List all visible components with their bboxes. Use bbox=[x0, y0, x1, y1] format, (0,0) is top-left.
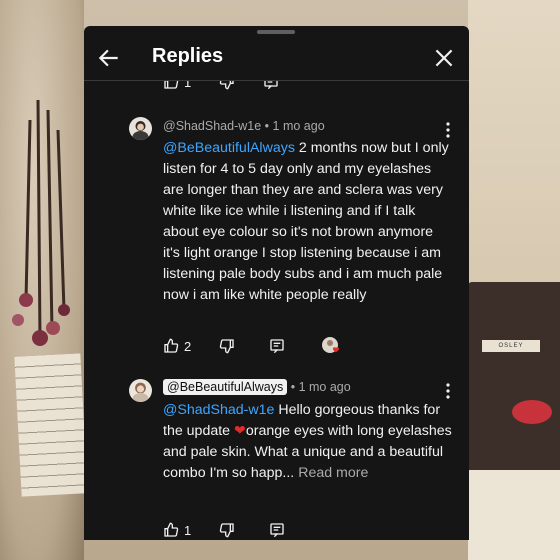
user-avatar-icon bbox=[129, 379, 152, 402]
author-name[interactable]: @ShadShad-w1e bbox=[163, 119, 261, 133]
replies-panel: 1 Replies @ShadShad-w1e • 1 mo ago @BeBe… bbox=[84, 26, 469, 540]
like-count: 2 bbox=[184, 338, 192, 354]
creator-heart bbox=[321, 336, 343, 356]
avatar[interactable] bbox=[129, 379, 152, 402]
read-more-link[interactable]: Read more bbox=[294, 465, 368, 481]
meta-separator: • bbox=[290, 380, 296, 394]
header-divider bbox=[84, 80, 469, 81]
heart-emoji-icon: ❤ bbox=[234, 423, 246, 439]
arrow-left-icon[interactable] bbox=[96, 45, 122, 71]
reply-text: @ShadShad-w1e Hello gorgeous thanks for … bbox=[163, 400, 453, 484]
reply-text: @BeBeautifulAlways 2 months now but I on… bbox=[163, 138, 453, 306]
like-count: 1 bbox=[184, 522, 192, 538]
dislike-button[interactable] bbox=[219, 338, 235, 354]
meta-separator: • bbox=[264, 119, 270, 133]
mention-link[interactable]: @ShadShad-w1e bbox=[163, 402, 274, 418]
thumbs-up-icon bbox=[164, 522, 179, 537]
creator-heart-icon bbox=[322, 337, 340, 353]
user-avatar-icon bbox=[129, 117, 152, 140]
thumbs-down-icon bbox=[220, 523, 234, 538]
creator-author-badge[interactable]: @BeBeautifulAlways bbox=[163, 379, 288, 395]
reply-text-content: 2 months now but I only listen for 4 to … bbox=[163, 140, 449, 303]
reply-actions: 2 bbox=[163, 336, 361, 356]
table-decoration bbox=[468, 470, 560, 560]
dried-flowers-decoration bbox=[12, 100, 70, 346]
dislike-button[interactable] bbox=[219, 522, 235, 538]
more-vertical-icon[interactable] bbox=[445, 383, 451, 399]
more-vertical-icon[interactable] bbox=[445, 122, 451, 138]
reply-meta: @BeBeautifulAlways • 1 mo ago bbox=[163, 379, 351, 395]
sheet-music-decoration bbox=[14, 353, 88, 497]
page-title: Replies bbox=[152, 45, 224, 67]
like-button[interactable]: 2 bbox=[163, 338, 191, 354]
record-player-decoration bbox=[468, 282, 560, 472]
reply-meta: @ShadShad-w1e • 1 mo ago bbox=[163, 119, 325, 133]
reply-actions: 1 bbox=[163, 520, 303, 540]
thumbs-up-icon bbox=[164, 338, 179, 353]
avatar[interactable] bbox=[129, 117, 152, 140]
panel-header: Replies bbox=[84, 36, 469, 80]
reply-button[interactable] bbox=[269, 338, 285, 354]
timestamp: 1 mo ago bbox=[298, 380, 351, 394]
thumbs-down-icon bbox=[220, 339, 234, 354]
close-icon[interactable] bbox=[431, 45, 457, 71]
mention-link[interactable]: @BeBeautifulAlways bbox=[163, 140, 295, 156]
reply-icon bbox=[270, 523, 284, 538]
record-player-label: OSLEY bbox=[482, 340, 540, 352]
timestamp: 1 mo ago bbox=[272, 119, 325, 133]
reply-button[interactable] bbox=[269, 522, 285, 538]
like-button[interactable]: 1 bbox=[163, 522, 191, 538]
drag-handle[interactable] bbox=[257, 30, 295, 34]
reply-icon bbox=[270, 339, 284, 354]
heart-sunglasses-decoration bbox=[512, 400, 552, 424]
